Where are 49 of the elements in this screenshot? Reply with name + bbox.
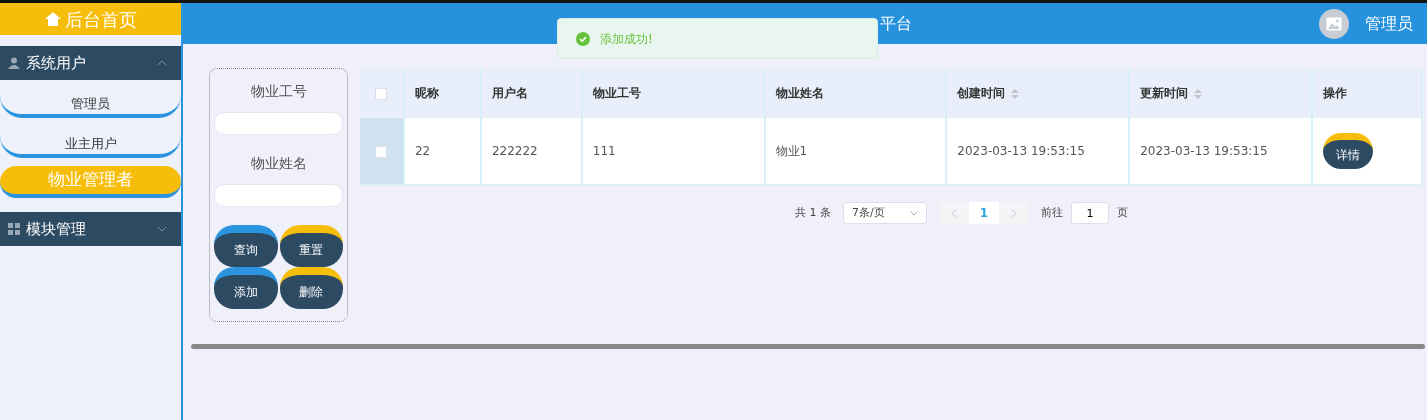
action-button[interactable]: 重置 xyxy=(279,225,343,267)
details-button[interactable]: 详情 xyxy=(1322,133,1373,169)
total-count: 共 1 条 xyxy=(795,204,831,221)
success-icon xyxy=(576,31,590,46)
scrollbar[interactable] xyxy=(191,344,1425,349)
avatar-icon[interactable] xyxy=(1319,8,1349,39)
row-checkbox[interactable] xyxy=(375,145,388,158)
sidebar-group[interactable]: 系统用户 xyxy=(0,46,181,80)
group-label: 模块管理 xyxy=(26,218,86,240)
home-label: 后台首页 xyxy=(64,7,137,32)
table-cell: 222222 xyxy=(491,144,538,158)
user-icon xyxy=(8,57,20,69)
input-field[interactable] xyxy=(214,112,343,135)
toast-text: 添加成功! xyxy=(600,30,653,48)
action-button[interactable]: 删除 xyxy=(279,267,343,309)
select-all-checkbox[interactable] xyxy=(375,87,388,100)
next-page-button[interactable] xyxy=(999,202,1029,224)
sortable-column-header[interactable]: 创建时间 xyxy=(957,86,1020,100)
column-header: 物业工号 xyxy=(592,86,641,100)
table-cell: 2023-03-13 19:53:15 xyxy=(957,144,1085,158)
table-cell: 22 xyxy=(414,144,431,158)
goto-label: 前往 xyxy=(1041,204,1063,221)
prev-page-button[interactable] xyxy=(939,202,969,224)
table-cell: 物业1 xyxy=(775,144,808,158)
caret-icon xyxy=(910,210,918,216)
table-cell: 2023-03-13 19:53:15 xyxy=(1140,144,1268,158)
chevron-left-icon xyxy=(951,209,957,218)
sort-icon xyxy=(1011,88,1020,99)
page-input[interactable]: 1 xyxy=(1071,202,1109,224)
table-cell: 111 xyxy=(592,144,616,158)
sidebar-group[interactable]: 模块管理 xyxy=(0,212,181,246)
sort-icon xyxy=(1194,88,1203,99)
column-header: 用户名 xyxy=(491,86,528,100)
page-suffix: 页 xyxy=(1117,204,1128,221)
group-label: 系统用户 xyxy=(26,52,86,74)
column-header: 物业姓名 xyxy=(775,86,824,100)
column-header: 操作 xyxy=(1322,86,1347,100)
page-size-select[interactable]: 7条/页 xyxy=(843,202,927,224)
column-header: 昵称 xyxy=(414,86,439,100)
grid-icon xyxy=(8,223,20,235)
action-button[interactable]: 添加 xyxy=(214,267,278,309)
page-title: 平台 xyxy=(880,12,912,35)
chevron-right-icon xyxy=(1011,209,1017,218)
action-button[interactable]: 查询 xyxy=(214,225,278,267)
input-field[interactable] xyxy=(214,184,343,207)
sortable-column-header[interactable]: 更新时间 xyxy=(1140,86,1203,100)
field-label: 物业姓名 xyxy=(249,154,308,173)
home-icon xyxy=(44,12,61,26)
field-label: 物业工号 xyxy=(249,82,308,101)
